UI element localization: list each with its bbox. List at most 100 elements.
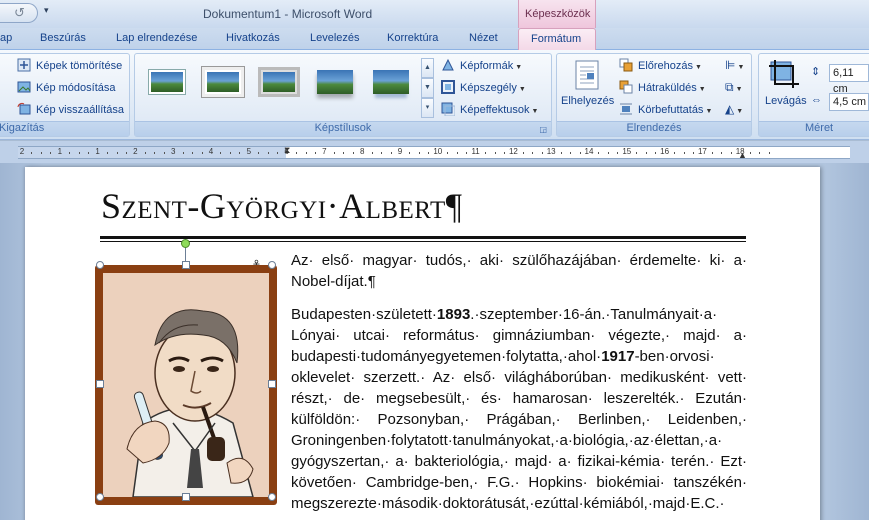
bio-text: -ben·orvosi· oklevelet· szerzett.· Az· e… [291, 348, 747, 512]
app-title: Dokumentum1 - Microsoft Word [203, 7, 373, 21]
width-input[interactable]: 4,5 cm [829, 93, 869, 111]
ruler-tick [570, 152, 572, 154]
qat-dropdown-icon[interactable]: ▾ [44, 5, 49, 16]
resize-handle[interactable] [182, 261, 190, 269]
send-to-back-button[interactable]: Hátraküldés ▼ [619, 79, 706, 97]
picture-shape-button[interactable]: Képformák ▼ [441, 57, 522, 75]
style-preview [149, 70, 185, 94]
ruler-tick [154, 152, 156, 154]
tab-insert[interactable]: Beszúrás [40, 32, 86, 44]
crop-icon [769, 60, 799, 91]
picture-effects-label: Képeffektusok [460, 104, 530, 116]
ruler-tick [532, 152, 534, 154]
ruler-number: 2 [19, 147, 25, 156]
group-objects-icon[interactable]: ⧉ ▼ [725, 80, 743, 95]
bring-to-front-button[interactable]: Előrehozás ▼ [619, 57, 702, 75]
ruler-tick [229, 152, 231, 154]
change-picture-button[interactable]: Kép módosítása [17, 79, 116, 97]
undo-button[interactable]: ↺ [0, 3, 38, 23]
ruler-tick [182, 152, 184, 154]
selected-picture[interactable] [95, 265, 277, 505]
resize-handle[interactable] [96, 261, 104, 269]
tab-format[interactable]: Formátum [518, 28, 596, 51]
picture-style-3[interactable] [255, 62, 301, 104]
ruler-tick [144, 152, 146, 154]
ruler-tick [730, 152, 732, 154]
bio-text: Budapesten·született· [291, 306, 437, 323]
ribbon: Képek tömörítése Kép módosítása Kép viss… [0, 50, 869, 140]
tab-view[interactable]: Nézet [469, 32, 498, 44]
align-icon[interactable]: ⊫ ▼ [725, 58, 744, 72]
ruler-number: 16 [660, 147, 670, 156]
text-wrapping-button[interactable]: Körbefuttatás ▼ [619, 101, 712, 119]
picture-border-label: Képszegély [460, 82, 517, 94]
ruler-number: 10 [433, 147, 443, 156]
compress-pictures-button[interactable]: Képek tömörítése [17, 57, 122, 75]
picture-style-2[interactable] [199, 62, 245, 104]
tab-review[interactable]: Korrektúra [387, 32, 438, 44]
undo-icon: ↺ [14, 5, 25, 20]
ruler-tick [674, 152, 676, 154]
ruler-tick [409, 152, 411, 154]
styles-gallery-scroll[interactable]: ▲ ▼ ▾ [421, 58, 434, 118]
gallery-up-icon[interactable]: ▲ [421, 58, 434, 78]
tab-home[interactable]: ap [0, 32, 12, 44]
resize-handle[interactable] [268, 493, 276, 501]
ruler-tick [645, 152, 647, 154]
ruler-tick [381, 152, 383, 154]
position-button[interactable]: Elhelyezés [561, 56, 614, 116]
reset-picture-label: Kép visszaállítása [36, 104, 125, 116]
ruler-tick [579, 152, 581, 154]
tab-page-layout[interactable]: Lap elrendezése [116, 32, 197, 44]
picture-shape-label: Képformák [460, 60, 514, 72]
right-indent-marker-icon[interactable]: ▲ [738, 150, 747, 160]
picture-style-1[interactable] [143, 62, 189, 104]
rotate-handle[interactable] [181, 239, 190, 248]
resize-handle[interactable] [96, 493, 104, 501]
biography-paragraph[interactable]: Budapesten·született·1893.·szeptember·16… [291, 304, 747, 514]
ruler-tick [607, 152, 609, 154]
intro-paragraph[interactable]: Az· első· magyar· tudós,· aki· szülőhazá… [291, 250, 747, 292]
gallery-down-icon[interactable]: ▼ [421, 78, 434, 98]
ruler-tick [711, 152, 713, 154]
graduation-year: 1917 [601, 348, 635, 365]
resize-handle[interactable] [182, 493, 190, 501]
reset-picture-button[interactable]: Kép visszaállítása [17, 101, 124, 119]
ruler-tick [192, 152, 194, 154]
height-input[interactable]: 6,11 cm [829, 64, 869, 95]
group-adjust-label: Kigazítás [0, 121, 129, 136]
ruler-tick [692, 152, 694, 154]
group-adjust: Képek tömörítése Kép módosítása Kép viss… [0, 53, 130, 137]
ruler-tick [390, 152, 392, 154]
tab-format-label: Formátum [531, 33, 582, 45]
document-page[interactable]: Szent-Györgyi·Albert¶ ⚓ [25, 167, 820, 520]
ruler-tick [768, 152, 770, 154]
picture-effects-button[interactable]: Képeffektusok ▼ [441, 101, 538, 119]
send-to-back-icon [619, 80, 635, 94]
title-bar: ↺ ▾ Dokumentum1 - Microsoft Word Képeszk… [0, 0, 869, 28]
chevron-down-icon: ▼ [531, 108, 539, 115]
resize-handle[interactable] [96, 380, 104, 388]
picture-style-4[interactable] [311, 62, 357, 104]
gallery-more-icon[interactable]: ▾ [421, 98, 434, 118]
style-preview [317, 70, 353, 94]
page-title[interactable]: Szent-Györgyi·Albert¶ [101, 185, 463, 227]
ruler-tick [759, 152, 761, 154]
indent-marker-icon[interactable]: ⧗ [284, 145, 290, 156]
resize-handle[interactable] [268, 380, 276, 388]
crop-button[interactable]: Levágás [763, 56, 809, 116]
resize-handle[interactable] [268, 261, 276, 269]
ruler-tick [447, 152, 449, 154]
ruler-tick [277, 152, 279, 154]
picture-border-button[interactable]: Képszegély ▼ [441, 79, 526, 97]
ruler-tick [258, 152, 260, 154]
title-rule-thin [100, 241, 746, 242]
dialog-launcher-icon[interactable]: ◲ [539, 125, 547, 134]
rotate-icon[interactable]: ◭ ▼ [725, 102, 743, 116]
height-icon: ⇕ [811, 66, 821, 78]
tab-mailings[interactable]: Levelezés [310, 32, 360, 44]
horizontal-ruler[interactable]: 2 1 1 2 3 4 5 6 7 8 9 10 11 12 13 14 15 16 17 18 ⧗ ▲ [0, 141, 869, 163]
tab-references[interactable]: Hivatkozás [226, 32, 280, 44]
picture-style-5[interactable] [367, 62, 413, 104]
text-wrapping-label: Körbefuttatás [638, 104, 704, 116]
